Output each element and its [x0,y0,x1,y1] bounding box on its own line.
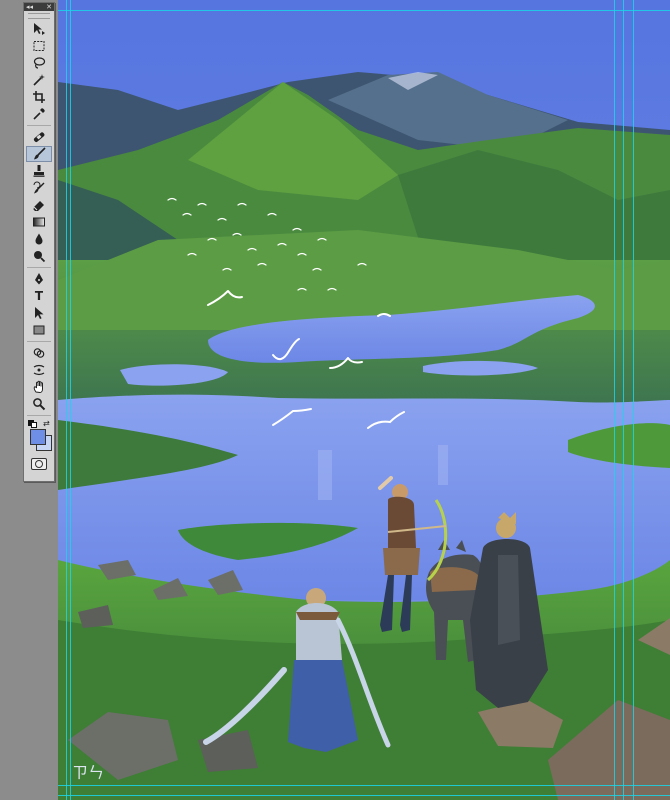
3d-orbit-icon [33,364,45,376]
brush-tool[interactable] [26,146,52,162]
guide-horizontal[interactable] [58,10,670,11]
tool-separator [27,341,51,342]
tools-panel[interactable]: ◂◂ ✕ T ⇄ [23,2,55,482]
clone-stamp-tool[interactable] [26,163,52,179]
gradient-tool[interactable] [26,214,52,230]
stamp-icon [33,165,45,177]
magnifier-icon [33,398,46,411]
zoom-tool[interactable] [26,396,52,412]
pen-tool[interactable] [26,271,52,287]
guide-vertical[interactable] [66,0,67,800]
reflection [438,445,448,485]
move-tool[interactable] [26,21,52,37]
eyedropper-icon [33,108,45,120]
collapse-icon[interactable]: ◂◂ [26,3,33,11]
gradient-icon [33,217,45,227]
guide-vertical[interactable] [70,0,71,800]
guide-vertical[interactable] [633,0,634,800]
painting-artwork: ㄗㄣ [58,0,670,800]
main-lake [58,394,670,600]
dodge-tool[interactable] [26,248,52,264]
eyedropper-tool[interactable] [26,106,52,122]
tool-separator [27,125,51,126]
foreground-color-swatch[interactable] [30,429,46,445]
path-selection-tool[interactable] [26,305,52,321]
move-icon [34,23,45,35]
blur-tool[interactable] [26,231,52,247]
blur-drop-icon [35,233,43,245]
tool-separator [27,267,51,268]
document-canvas[interactable]: ㄗㄣ [58,0,670,800]
lasso-icon [33,57,46,69]
marquee-tool[interactable] [26,38,52,54]
guide-vertical[interactable] [623,0,624,800]
history-brush-tool[interactable] [26,180,52,196]
lasso-tool[interactable] [26,55,52,71]
default-colors-icon[interactable] [28,420,37,428]
type-tool[interactable]: T [26,288,52,304]
reflection [318,450,332,500]
quick-mask-button[interactable] [26,456,52,472]
guide-vertical[interactable] [614,0,615,800]
guide-horizontal[interactable] [58,795,670,796]
marquee-icon [33,41,45,51]
arrow-cursor-icon [35,307,44,319]
eraser-tool[interactable] [26,197,52,213]
guide-horizontal[interactable] [58,785,670,786]
pen-icon [35,273,43,285]
magic-wand-tool[interactable] [26,72,52,88]
history-brush-icon [33,181,45,194]
artist-signature: ㄗㄣ [72,763,104,782]
type-icon: T [34,289,44,303]
rectangle-icon [33,325,45,335]
crop-icon [33,91,45,103]
tools-panel-header[interactable]: ◂◂ ✕ [24,3,54,11]
bandage-icon [33,132,45,142]
panel-grip[interactable] [28,13,50,19]
3d-rotate-icon [33,348,45,358]
magic-wand-icon [33,74,45,86]
swap-colors-icon[interactable]: ⇄ [43,419,52,428]
color-swatches: ⇄ [26,419,52,453]
crop-tool[interactable] [26,89,52,105]
healing-brush-tool[interactable] [26,129,52,145]
close-icon[interactable]: ✕ [46,3,52,11]
3d-rotate-tool[interactable] [26,345,52,361]
shape-tool[interactable] [26,322,52,338]
tool-separator [27,415,51,416]
3d-orbit-tool[interactable] [26,362,52,378]
dodge-icon [34,251,46,263]
eraser-icon [33,201,44,211]
hand-icon [33,380,43,394]
hand-tool[interactable] [26,379,52,395]
brush-icon [34,147,46,160]
quick-mask-icon [31,458,47,470]
